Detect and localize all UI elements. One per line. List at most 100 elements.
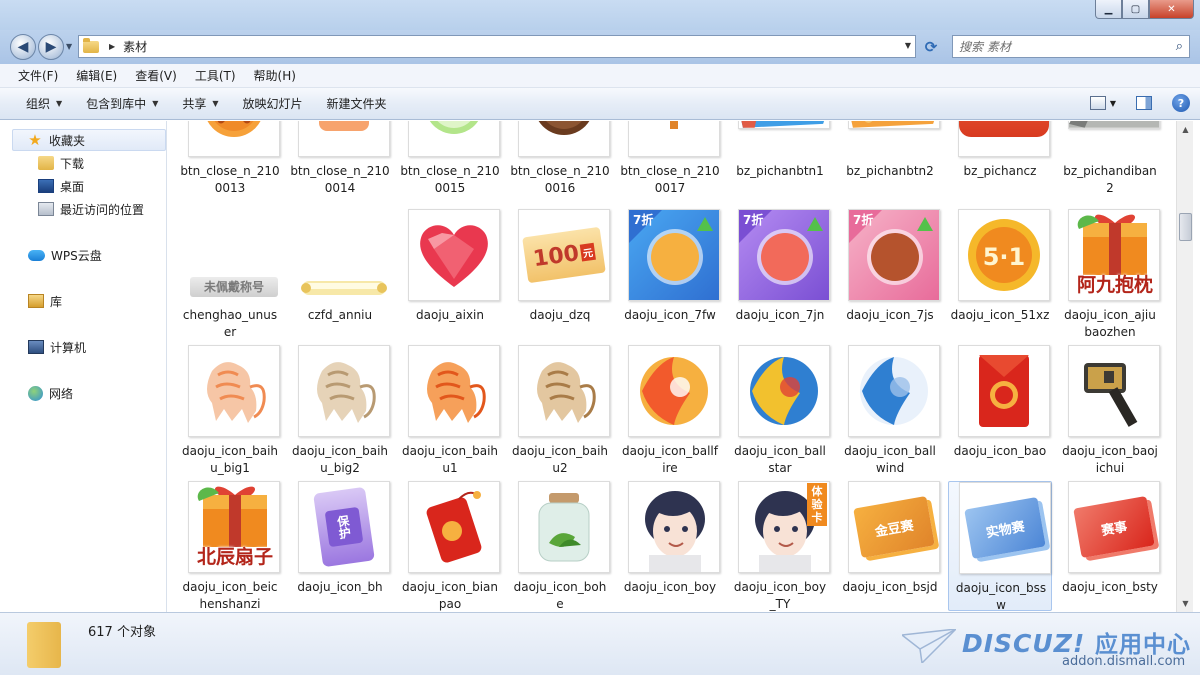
search-input[interactable] — [959, 39, 1159, 54]
menu-edit[interactable]: 编辑(E) — [64, 67, 123, 84]
recent-pages-dropdown[interactable]: ▼ — [66, 42, 72, 51]
share-button[interactable]: 共享 ▼ — [170, 95, 230, 112]
chaozhi-badge-icon: 超值 — [958, 121, 1050, 157]
file-name-label: daoju_icon_baoj ichui — [1062, 444, 1158, 475]
scroll-down-button[interactable]: ▼ — [1177, 595, 1194, 612]
command-bar: 组织 ▼ 包含到库中 ▼ 共享 ▼ 放映幻灯片 新建文件夹 ▼ ? — [0, 88, 1200, 120]
file-item-daoju-icon-beichenshanzi[interactable]: 北辰扇子 daoju_icon_beic henshanzi — [178, 481, 282, 611]
file-item-chenghao-unuser[interactable]: 未佩戴称号 chenghao_unus er — [178, 209, 282, 339]
file-item-daoju-icon-baihu-big1[interactable]: daoju_icon_baih u_big1 — [178, 345, 282, 475]
nav-network-label: 网络 — [49, 386, 74, 401]
nav-downloads[interactable]: 下载 — [38, 152, 84, 174]
file-name-label: daoju_icon_bsty — [1062, 580, 1158, 594]
hammer-icon — [1068, 345, 1160, 437]
file-item-daoju-icon-7js[interactable]: 7折 daoju_icon_7js — [838, 209, 942, 339]
back-button[interactable]: ◀ — [10, 34, 36, 60]
minimize-button[interactable]: ▁ — [1095, 0, 1122, 19]
nav-desktop[interactable]: 桌面 — [38, 175, 84, 197]
breadcrumb-chevron-icon[interactable]: ▶ — [109, 42, 115, 51]
file-name-label: btn_close_n_210 0015 — [400, 164, 500, 195]
nav-wps-label: WPS云盘 — [51, 248, 102, 263]
menu-file[interactable]: 文件(F) — [6, 67, 64, 84]
badge-7-blue-icon: 7折 — [628, 209, 720, 301]
include-in-library-button[interactable]: 包含到库中 ▼ — [74, 95, 170, 112]
folder-icon — [83, 37, 99, 53]
close-button[interactable]: ✕ — [1149, 0, 1194, 19]
file-item-daoju-aixin[interactable]: daoju_aixin — [398, 209, 502, 339]
file-item-daoju-icon-ballstar[interactable]: daoju_icon_ball star — [728, 345, 832, 475]
file-item-daoju-icon-baihu-big2[interactable]: daoju_icon_baih u_big2 — [288, 345, 392, 475]
file-name-label: daoju_icon_51xz — [950, 308, 1050, 322]
file-item-daoju-icon-bsjd[interactable]: 金豆赛 daoju_icon_bsjd — [838, 481, 942, 611]
file-item-daoju-icon-51xz[interactable]: 5·1 daoju_icon_51xz — [948, 209, 1052, 339]
file-item-daoju-icon-7fw[interactable]: 7折 daoju_icon_7fw — [618, 209, 722, 339]
nav-recent[interactable]: 最近访问的位置 — [38, 198, 144, 220]
gift-box-icon: 北辰扇子 — [188, 481, 280, 573]
view-options-dropdown[interactable]: ▼ — [1110, 99, 1116, 108]
menu-help[interactable]: 帮助(H) — [242, 67, 302, 84]
scroll-up-button[interactable]: ▲ — [1177, 121, 1194, 138]
file-item-daoju-icon-bohe[interactable]: daoju_icon_boh e — [508, 481, 612, 611]
card-protect-icon: 保护 — [298, 481, 390, 573]
file-item-daoju-icon-boy[interactable]: daoju_icon_boy — [618, 481, 722, 611]
address-history-dropdown[interactable]: ▼ — [905, 41, 911, 50]
file-name-label: daoju_icon_boy — [623, 580, 717, 594]
file-item-daoju-dzq[interactable]: 100 元 daoju_dzq — [508, 209, 612, 339]
file-item-daoju-icon-boy-ty[interactable]: 体验卡 daoju_icon_boy _TY — [728, 481, 832, 611]
maximize-button[interactable]: ▢ — [1122, 0, 1149, 19]
file-item-daoju-icon-ajiubaozhen[interactable]: 阿九抱枕 daoju_icon_ajiu baozhen — [1058, 209, 1162, 339]
tiger-orange-icon — [408, 345, 500, 437]
nav-favorites[interactable]: ★ 收藏夹 — [12, 129, 166, 151]
file-name-label: daoju_icon_bsjd — [842, 580, 938, 594]
new-folder-button[interactable]: 新建文件夹 — [315, 95, 399, 112]
file-item-daoju-icon-bao[interactable]: daoju_icon_bao — [948, 345, 1052, 475]
slideshow-button[interactable]: 放映幻灯片 — [231, 95, 315, 112]
include-in-library-label: 包含到库中 — [86, 97, 147, 111]
file-name-label: daoju_icon_boy _TY — [733, 580, 827, 611]
boy-portrait-trial-icon: 体验卡 — [738, 481, 830, 573]
paper-plane-icon — [902, 629, 956, 663]
file-item-daoju-icon-bsty[interactable]: 赛事 daoju_icon_bsty — [1058, 481, 1162, 611]
change-view-icon[interactable] — [1089, 96, 1106, 110]
file-item-daoju-icon-7jn[interactable]: 7折 daoju_icon_7jn — [728, 209, 832, 339]
nav-downloads-label: 下载 — [60, 156, 85, 171]
ticket-red-icon: 赛事 — [1068, 481, 1160, 573]
file-item-daoju-icon-ballwind[interactable]: daoju_icon_ball wind — [838, 345, 942, 475]
file-name-label: bz_pichanbtn1 — [736, 164, 824, 178]
search-icon[interactable]: ⌕ — [1176, 39, 1183, 54]
new-folder-label: 新建文件夹 — [326, 97, 387, 111]
refresh-icon[interactable]: ⟳ — [920, 36, 942, 58]
search-box[interactable]: ⌕ — [952, 35, 1190, 58]
nav-library[interactable]: 库 — [28, 290, 62, 312]
tiger-tan-icon — [518, 345, 610, 437]
coupon-icon: 100 元 — [518, 209, 610, 301]
file-item-daoju-icon-bssw[interactable]: 实物赛 daoju_icon_bss w — [948, 481, 1052, 612]
file-item-daoju-icon-baojichui[interactable]: daoju_icon_baoj ichui — [1058, 345, 1162, 475]
nav-computer[interactable]: 计算机 — [28, 336, 86, 358]
download-folder-icon — [38, 156, 54, 170]
menu-view[interactable]: 查看(V) — [123, 67, 183, 84]
help-icon[interactable]: ? — [1172, 94, 1190, 112]
file-name-label: btn_close_n_210 0017 — [620, 164, 720, 195]
file-item-daoju-icon-bh[interactable]: 保护 daoju_icon_bh — [288, 481, 392, 611]
firecracker-icon — [408, 481, 500, 573]
breadcrumb-folder[interactable]: 素材 — [123, 38, 147, 55]
nav-wps-cloud[interactable]: WPS云盘 — [28, 244, 102, 266]
file-item-daoju-icon-bianpao[interactable]: daoju_icon_bian pao — [398, 481, 502, 611]
chevron-down-icon: ▼ — [152, 99, 159, 108]
nav-network[interactable]: 网络 — [28, 382, 73, 404]
vertical-scrollbar[interactable]: ▲ ▼ — [1176, 121, 1193, 612]
preview-pane-icon[interactable] — [1136, 96, 1152, 110]
file-item-czfd-anniu[interactable]: czfd_anniu — [288, 209, 392, 339]
address-bar[interactable]: ▶ 素材 ▼ — [78, 35, 916, 58]
menu-tools[interactable]: 工具(T) — [183, 67, 242, 84]
forward-button[interactable]: ▶ — [38, 34, 64, 60]
file-name-label: chenghao_unus er — [182, 308, 278, 339]
file-item-daoju-icon-baihu2[interactable]: daoju_icon_baih u2 — [508, 345, 612, 475]
scrollbar-thumb[interactable] — [1179, 213, 1192, 241]
organize-button[interactable]: 组织 ▼ — [14, 95, 74, 112]
file-item-daoju-icon-ballfire[interactable]: daoju_icon_ballf ire — [618, 345, 722, 475]
file-item-daoju-icon-baihu1[interactable]: daoju_icon_baih u1 — [398, 345, 502, 475]
file-name-label: daoju_icon_bh — [297, 580, 383, 594]
file-name-label: daoju_icon_ball wind — [844, 444, 936, 475]
